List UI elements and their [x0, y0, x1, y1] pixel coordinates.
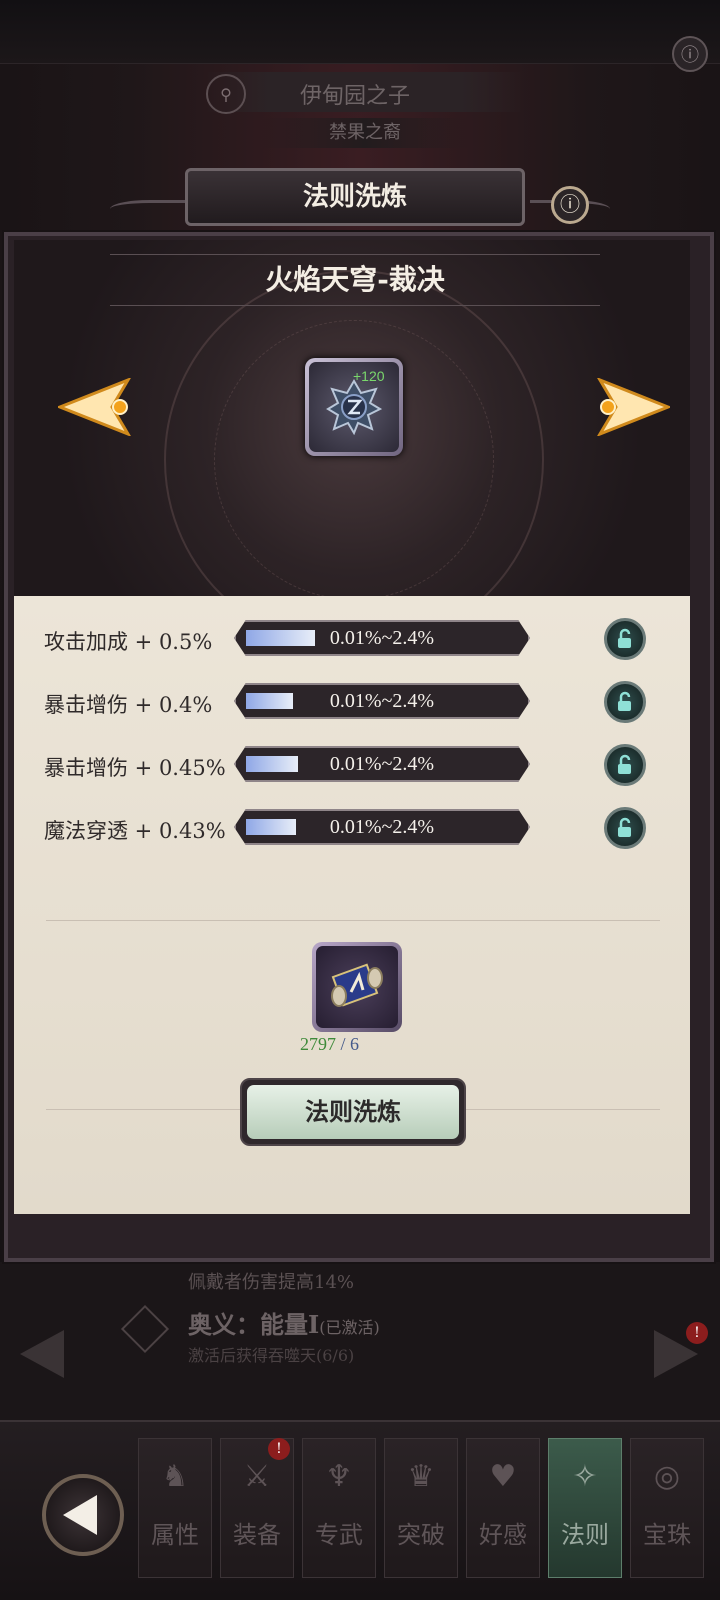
tab-weapon[interactable]: ♆ 专武 [302, 1438, 376, 1578]
attribute-range-bar: 0.01%~2.4% [234, 620, 530, 656]
search-icon: ⚲ [220, 84, 232, 104]
skill-desc-line3: 激活后获得吞噬天(6/6) [188, 1346, 355, 1365]
unlock-icon [618, 754, 631, 774]
attribute-range: 0.01%~2.4% [329, 816, 435, 838]
skill-desc-line1: 佩戴者伤害提高14% [188, 1272, 355, 1293]
skill-name: 奥义：能量I(已激活) [188, 1310, 380, 1339]
tab-label: 好感 [479, 1521, 527, 1549]
attribute-range: 0.01%~2.4% [329, 690, 435, 712]
tab-orb[interactable]: ◎ 宝珠 [630, 1438, 704, 1578]
next-rune-arrow-icon[interactable] [596, 378, 670, 436]
attribute-label: 暴击增伤 + 0.45% [44, 756, 226, 780]
attribute-range: 0.01%~2.4% [329, 753, 435, 775]
orb-icon: ◎ [653, 1459, 681, 1494]
skill-info-panel [0, 1262, 720, 1442]
rune-emblem-icon [326, 379, 382, 435]
tab-rules[interactable]: ✧ 法则 [548, 1438, 622, 1578]
prev-skill-arrow-icon[interactable] [20, 1330, 64, 1378]
breakthrough-icon: ♛ [407, 1459, 435, 1494]
tab-breakthrough[interactable]: ♛ 突破 [384, 1438, 458, 1578]
attribute-label: 暴击增伤 + 0.4% [44, 693, 213, 717]
attribute-label: 攻击加成 + 0.5% [44, 630, 213, 654]
lock-toggle-button[interactable] [604, 744, 646, 786]
tab-label: 专武 [315, 1521, 363, 1549]
weapon-icon: ♆ [325, 1459, 353, 1494]
back-button[interactable] [42, 1474, 124, 1556]
attribute-range-bar: 0.01%~2.4% [234, 809, 530, 845]
tab-label: 属性 [151, 1521, 199, 1549]
unlock-icon [618, 691, 631, 711]
hero-icon: ♞ [161, 1459, 189, 1494]
equipment-alert-badge: ! [268, 1438, 290, 1460]
hero-subtitle: 禁果之裔 [260, 118, 470, 148]
prev-rune-arrow-icon[interactable] [58, 378, 132, 436]
rune-icon: ✧ [572, 1459, 598, 1494]
header-ornament [110, 200, 190, 218]
lock-toggle-button[interactable] [604, 807, 646, 849]
info-button[interactable]: ⓘ [672, 36, 708, 72]
rune-bonus-value: +120 [353, 368, 385, 384]
info-icon: ⓘ [681, 45, 699, 66]
refine-button[interactable]: 法则洗炼 [240, 1078, 466, 1146]
tab-label: 装备 [233, 1521, 281, 1549]
heart-icon: ♥ [489, 1459, 517, 1494]
attribute-label: 魔法穿透 + 0.43% [44, 819, 226, 843]
tab-label: 法则 [561, 1521, 609, 1549]
rune-skill-title: 火焰天穹-裁决 [110, 254, 600, 306]
unlock-icon [618, 817, 631, 837]
info-icon: ⓘ [560, 192, 580, 216]
refine-button-label: 法则洗炼 [247, 1085, 459, 1139]
lock-toggle-button[interactable] [604, 618, 646, 660]
scroll-icon [331, 963, 383, 1007]
equipment-icon: ⚔ [243, 1459, 271, 1494]
dialog-title: 法则洗炼 [185, 168, 525, 226]
material-required: / 6 [340, 1034, 360, 1054]
lock-toggle-button[interactable] [604, 681, 646, 723]
skill-status: (已激活) [319, 1318, 380, 1337]
attribute-range-bar: 0.01%~2.4% [234, 746, 530, 782]
tab-attributes[interactable]: ♞ 属性 [138, 1438, 212, 1578]
tab-label: 宝珠 [643, 1521, 691, 1549]
material-owned: 2797 [300, 1034, 336, 1054]
unlock-icon [618, 628, 631, 648]
material-count: 2797 / 6 [300, 1034, 359, 1055]
refine-material-slot[interactable] [312, 942, 402, 1032]
back-arrow-icon [63, 1495, 97, 1535]
tab-label: 突破 [397, 1521, 445, 1549]
attribute-range-bar: 0.01%~2.4% [234, 683, 530, 719]
attribute-range: 0.01%~2.4% [329, 627, 435, 649]
top-bar [0, 0, 720, 64]
hero-name: 伊甸园之子 [299, 84, 410, 109]
hero-search-button[interactable]: ⚲ [206, 74, 246, 114]
dialog-info-button[interactable]: ⓘ [551, 186, 589, 224]
tab-affection[interactable]: ♥ 好感 [466, 1438, 540, 1578]
alert-badge: ! [686, 1322, 708, 1344]
